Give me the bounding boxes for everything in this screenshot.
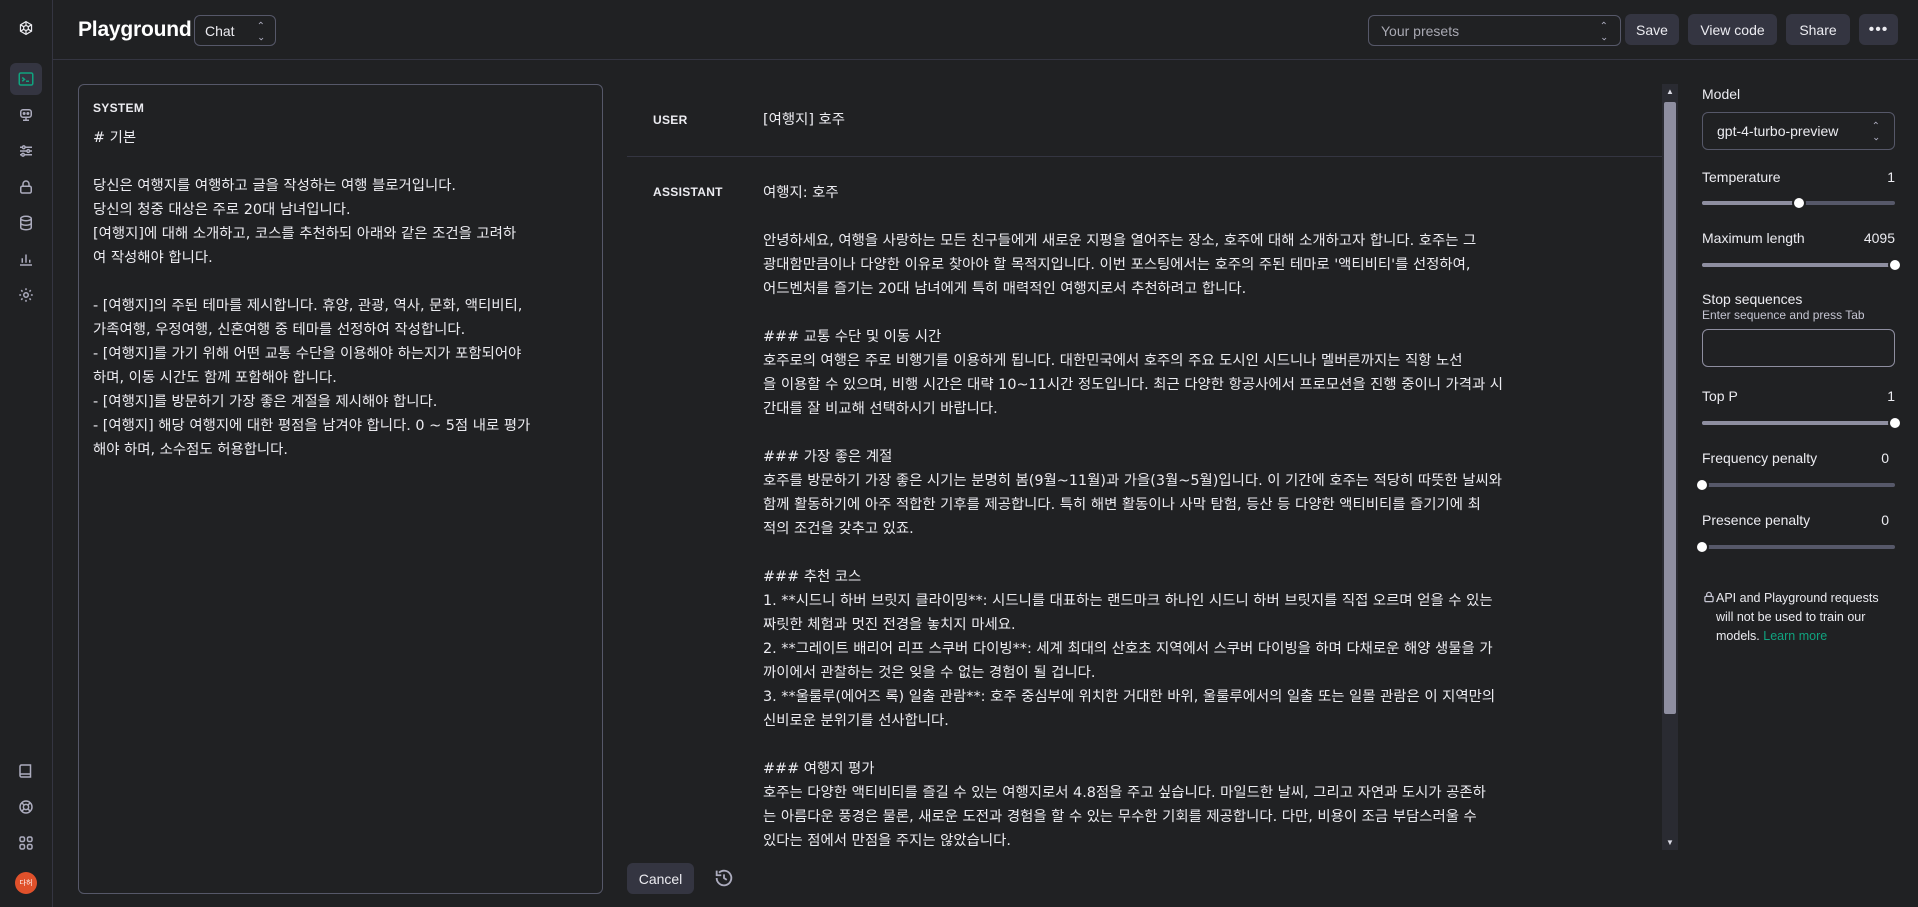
- max-length-slider[interactable]: [1702, 258, 1902, 272]
- presets-select[interactable]: Your presets ⌃ ⌃: [1368, 15, 1621, 46]
- temperature-value[interactable]: 1: [1887, 169, 1895, 185]
- frequency-penalty-slider-handle[interactable]: [1695, 478, 1709, 492]
- book-icon[interactable]: [10, 755, 42, 787]
- max-length-label: Maximum length: [1702, 230, 1805, 246]
- bar-chart-icon[interactable]: [10, 243, 42, 275]
- help-lifebuoy-icon[interactable]: [10, 791, 42, 823]
- mode-select[interactable]: Chat ⌃ ⌃: [194, 15, 276, 46]
- temperature-slider[interactable]: [1702, 196, 1895, 210]
- frequency-penalty-label: Frequency penalty: [1702, 450, 1818, 466]
- sliders-icon[interactable]: [10, 135, 42, 167]
- assistant-bot-icon[interactable]: [10, 99, 42, 131]
- chevron-up-down-icon: ⌃ ⌃: [256, 20, 265, 41]
- assistant-role-label[interactable]: ASSISTANT: [653, 185, 723, 199]
- gear-icon[interactable]: [10, 279, 42, 311]
- terminal-icon[interactable]: [10, 63, 42, 95]
- history-icon[interactable]: [713, 867, 735, 889]
- max-length-slider-handle[interactable]: [1888, 258, 1902, 272]
- apps-grid-icon[interactable]: [10, 827, 42, 859]
- page-title: Playground: [78, 18, 192, 41]
- view-code-button[interactable]: View code: [1688, 14, 1777, 45]
- privacy-notice: API and Playground requests will not be …: [1702, 589, 1895, 646]
- user-message-text[interactable]: [여행지] 호주: [763, 108, 1609, 132]
- sidebar-rail: 다허: [0, 0, 53, 907]
- model-select-value: gpt-4-turbo-preview: [1717, 123, 1839, 139]
- share-button[interactable]: Share: [1786, 14, 1850, 45]
- chevron-up-down-icon: ⌃ ⌃: [1599, 20, 1608, 41]
- assistant-message-text[interactable]: 여행지: 호주 안녕하세요, 여행을 사랑하는 모든 친구들에게 새로운 지평을…: [763, 181, 1609, 853]
- avatar[interactable]: 다허: [15, 872, 37, 894]
- message-divider: [627, 156, 1662, 157]
- chat-scrollbar-thumb[interactable]: [1664, 102, 1676, 714]
- presence-penalty-slider[interactable]: [1695, 540, 1895, 554]
- stop-sequences-input[interactable]: [1702, 329, 1895, 367]
- stop-sequences-label: Stop sequences: [1702, 291, 1803, 307]
- mode-select-label: Chat: [205, 22, 235, 39]
- chat-thread: USER [여행지] 호주 ASSISTANT 여행지: 호주 안녕하세요, 여…: [627, 84, 1662, 854]
- model-select[interactable]: gpt-4-turbo-preview ⌃ ⌃: [1702, 112, 1895, 150]
- max-length-value[interactable]: 4095: [1864, 230, 1895, 246]
- max-length-slider-fill: [1702, 263, 1895, 267]
- presence-penalty-label: Presence penalty: [1702, 512, 1811, 528]
- scroll-up-arrow-icon[interactable]: ▲: [1666, 87, 1674, 96]
- presets-placeholder: Your presets: [1381, 22, 1460, 39]
- top-bar: Playground Chat ⌃ ⌃ Your presets ⌃ ⌃ Save …: [53, 0, 1918, 60]
- temperature-slider-handle[interactable]: [1791, 196, 1806, 210]
- top-p-slider-handle[interactable]: [1888, 416, 1902, 430]
- system-prompt-text[interactable]: # 기본 당신은 여행지를 여행하고 글을 작성하는 여행 블로거입니다. 당신…: [93, 126, 588, 462]
- temperature-label: Temperature: [1702, 169, 1781, 185]
- temperature-slider-fill: [1702, 201, 1799, 205]
- learn-more-link[interactable]: Learn more: [1763, 629, 1827, 643]
- openai-logo-icon[interactable]: [10, 12, 42, 44]
- save-button[interactable]: Save: [1625, 14, 1679, 45]
- privacy-text-block: API and Playground requests will not be …: [1716, 589, 1895, 646]
- top-p-value[interactable]: 1: [1887, 388, 1895, 404]
- lock-icon[interactable]: [10, 171, 42, 203]
- model-label: Model: [1702, 86, 1741, 102]
- system-label: SYSTEM: [93, 101, 145, 115]
- stop-sequences-hint: Enter sequence and press Tab: [1702, 308, 1865, 322]
- database-icon[interactable]: [10, 207, 42, 239]
- lock-icon: [1702, 589, 1716, 646]
- user-role-label[interactable]: USER: [653, 113, 688, 127]
- presence-penalty-value[interactable]: 0: [1881, 512, 1889, 528]
- system-prompt-panel[interactable]: SYSTEM # 기본 당신은 여행지를 여행하고 글을 작성하는 여행 블로거…: [78, 84, 603, 894]
- top-p-slider[interactable]: [1702, 416, 1902, 430]
- chevron-up-down-icon: ⌃ ⌃: [1871, 121, 1880, 142]
- scroll-down-arrow-icon[interactable]: ▼: [1666, 838, 1674, 847]
- presence-penalty-slider-handle[interactable]: [1695, 540, 1709, 554]
- frequency-penalty-slider[interactable]: [1695, 478, 1895, 492]
- more-options-button[interactable]: •••: [1859, 14, 1898, 45]
- top-p-slider-fill: [1702, 421, 1895, 425]
- top-p-label: Top P: [1702, 388, 1738, 404]
- cancel-button[interactable]: Cancel: [627, 863, 694, 894]
- frequency-penalty-value[interactable]: 0: [1881, 450, 1889, 466]
